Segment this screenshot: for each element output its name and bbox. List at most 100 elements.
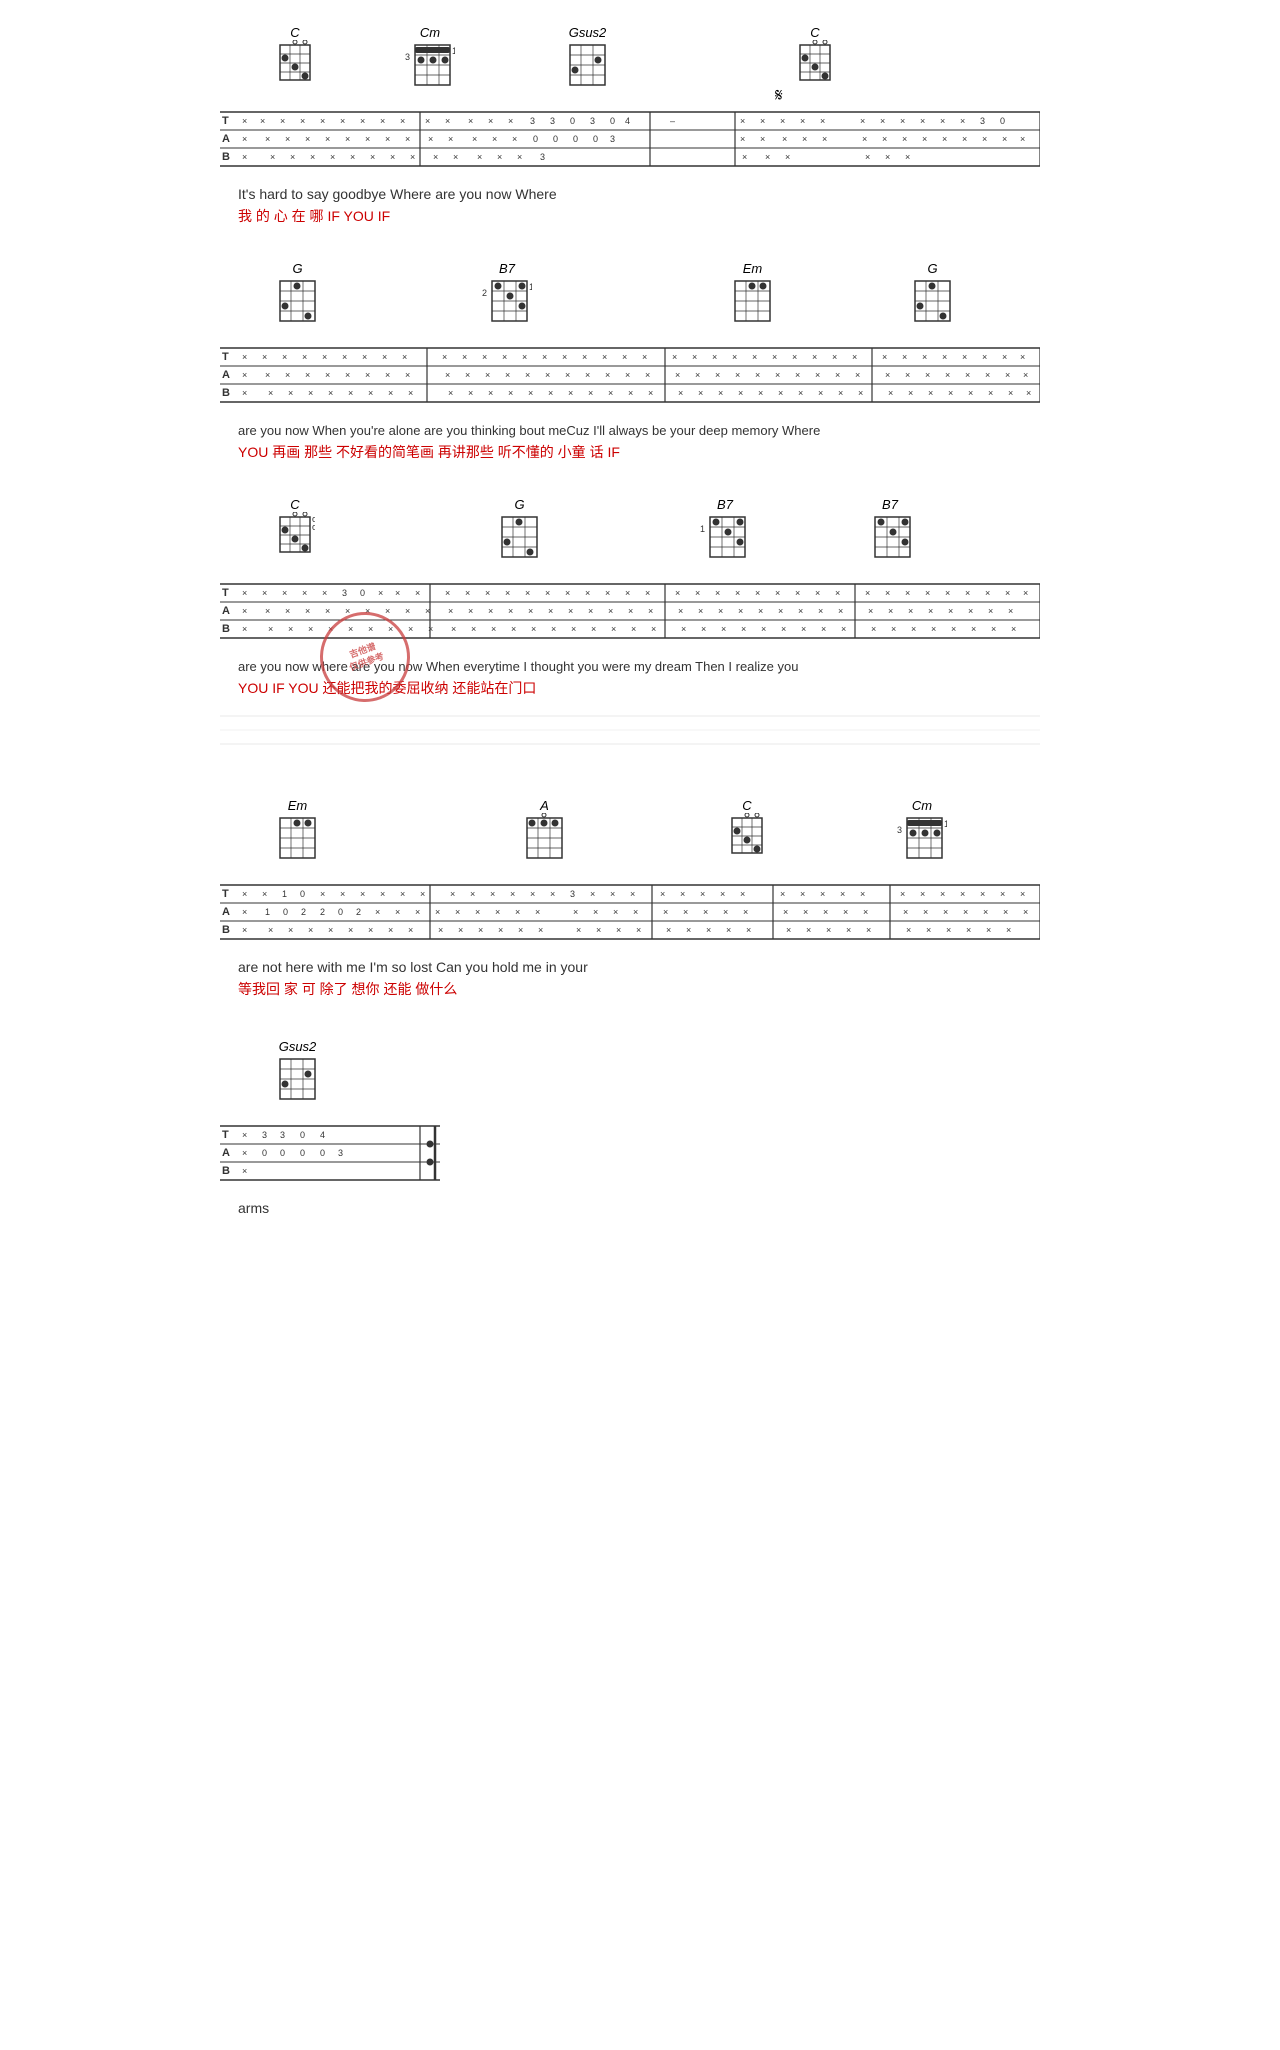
svg-text:×: × — [453, 152, 458, 162]
svg-text:×: × — [715, 588, 720, 598]
tab-staff-5: T A B × 3 3 0 4 × 0 0 0 0 3 × — [220, 1116, 440, 1196]
svg-text:×: × — [613, 907, 618, 917]
chord-diagram: 3 1 — [405, 40, 455, 92]
svg-text:×: × — [982, 352, 987, 362]
svg-text:×: × — [988, 388, 993, 398]
svg-text:×: × — [408, 925, 413, 935]
svg-text:×: × — [822, 134, 827, 144]
svg-text:×: × — [478, 925, 483, 935]
svg-text:B: B — [222, 387, 230, 399]
svg-text:×: × — [666, 925, 671, 935]
svg-text:×: × — [428, 134, 433, 144]
svg-text:×: × — [300, 116, 305, 126]
chord-name: Em — [743, 261, 763, 276]
svg-text:×: × — [945, 370, 950, 380]
svg-text:×: × — [368, 624, 373, 634]
svg-text:×: × — [488, 388, 493, 398]
svg-text:×: × — [1002, 134, 1007, 144]
svg-text:0: 0 — [320, 1148, 325, 1158]
svg-text:0: 0 — [300, 1148, 305, 1158]
chord-b7-2: B7 1 — [700, 497, 750, 564]
svg-text:×: × — [885, 152, 890, 162]
svg-text:×: × — [508, 116, 513, 126]
svg-text:×: × — [922, 134, 927, 144]
svg-text:×: × — [288, 925, 293, 935]
svg-text:×: × — [568, 606, 573, 616]
svg-text:×: × — [498, 925, 503, 935]
svg-text:3: 3 — [550, 116, 555, 126]
svg-text:×: × — [645, 588, 650, 598]
svg-text:×: × — [695, 588, 700, 598]
svg-text:×: × — [968, 388, 973, 398]
svg-text:2: 2 — [482, 288, 487, 298]
svg-text:×: × — [855, 370, 860, 380]
chord-diagram — [865, 512, 915, 564]
svg-text:×: × — [630, 889, 635, 899]
svg-text:×: × — [746, 925, 751, 935]
svg-text:×: × — [385, 134, 390, 144]
section-3: C o o G — [220, 492, 1060, 768]
svg-text:×: × — [715, 370, 720, 380]
svg-text:×: × — [781, 624, 786, 634]
svg-text:×: × — [945, 588, 950, 598]
svg-text:×: × — [806, 925, 811, 935]
chord-diagram: 2 1 — [482, 276, 532, 328]
svg-text:×: × — [420, 889, 425, 899]
svg-text:×: × — [360, 116, 365, 126]
svg-text:×: × — [485, 370, 490, 380]
svg-text:×: × — [802, 134, 807, 144]
chord-g-3: G — [497, 497, 542, 564]
svg-text:×: × — [1026, 388, 1031, 398]
svg-text:×: × — [438, 925, 443, 935]
svg-text:×: × — [882, 134, 887, 144]
svg-text:×: × — [905, 370, 910, 380]
svg-text:×: × — [302, 352, 307, 362]
svg-text:×: × — [951, 624, 956, 634]
svg-text:×: × — [385, 370, 390, 380]
svg-text:×: × — [675, 370, 680, 380]
svg-text:×: × — [785, 152, 790, 162]
svg-text:×: × — [900, 116, 905, 126]
svg-text:×: × — [535, 907, 540, 917]
svg-text:1: 1 — [282, 889, 287, 899]
svg-text:0: 0 — [360, 588, 365, 598]
svg-text:×: × — [965, 370, 970, 380]
svg-text:×: × — [388, 388, 393, 398]
svg-text:2: 2 — [356, 907, 361, 917]
svg-text:×: × — [262, 889, 267, 899]
svg-text:×: × — [465, 370, 470, 380]
svg-text:×: × — [528, 388, 533, 398]
tab-staff-2: T A B × × × × × × × × × × × × × × × × × … — [220, 338, 1040, 418]
chord-diagram — [795, 40, 835, 90]
svg-text:×: × — [795, 588, 800, 598]
svg-text:×: × — [982, 134, 987, 144]
svg-text:o: o — [312, 514, 315, 524]
svg-text:×: × — [920, 889, 925, 899]
svg-text:×: × — [906, 925, 911, 935]
svg-text:×: × — [542, 352, 547, 362]
svg-text:×: × — [648, 388, 653, 398]
svg-text:×: × — [942, 352, 947, 362]
svg-text:×: × — [868, 606, 873, 616]
svg-text:×: × — [242, 370, 247, 380]
svg-text:×: × — [425, 116, 430, 126]
svg-text:×: × — [778, 606, 783, 616]
svg-text:4: 4 — [625, 116, 630, 126]
svg-text:×: × — [370, 152, 375, 162]
tab-staff-1: T A B × × × × × × × × × × × × × × 3 3 0 … — [220, 102, 1040, 182]
svg-text:0: 0 — [573, 134, 578, 144]
svg-text:×: × — [726, 925, 731, 935]
chord-name: G — [514, 497, 524, 512]
svg-text:×: × — [738, 606, 743, 616]
svg-text:×: × — [683, 907, 688, 917]
svg-text:×: × — [860, 889, 865, 899]
svg-text:0: 0 — [338, 907, 343, 917]
svg-text:×: × — [838, 606, 843, 616]
svg-text:0: 0 — [300, 1130, 305, 1140]
lyrics-en-3: are you now where are you now When every… — [238, 658, 1060, 676]
svg-text:1: 1 — [265, 907, 270, 917]
svg-text:0: 0 — [553, 134, 558, 144]
svg-text:×: × — [1000, 889, 1005, 899]
svg-text:×: × — [395, 588, 400, 598]
svg-text:×: × — [378, 588, 383, 598]
